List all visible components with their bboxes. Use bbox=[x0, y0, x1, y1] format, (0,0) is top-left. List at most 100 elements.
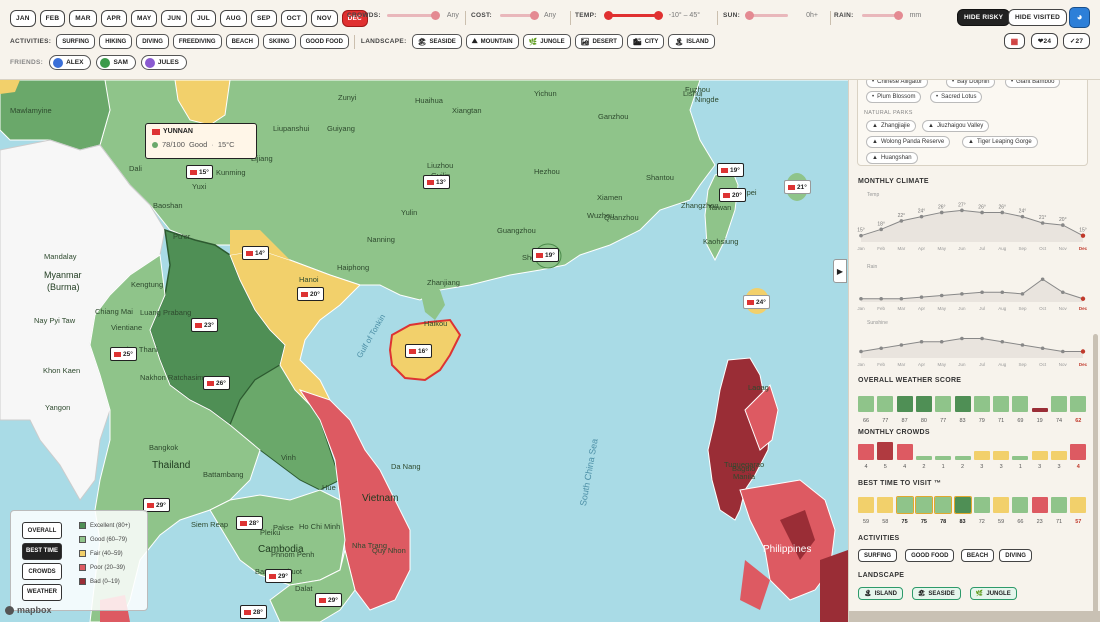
temp-marker[interactable]: 26° bbox=[203, 376, 230, 390]
cost-knob[interactable] bbox=[530, 11, 539, 20]
score-bar[interactable] bbox=[1051, 396, 1067, 412]
month-button-may[interactable]: MAY bbox=[130, 10, 158, 27]
park-chip[interactable]: ▲ Zhangjiajie bbox=[866, 120, 916, 132]
legend-best-time-button[interactable]: BEST TIME bbox=[22, 542, 62, 560]
score-bar[interactable] bbox=[1031, 408, 1048, 412]
score-bar[interactable] bbox=[1031, 497, 1048, 513]
score-bar[interactable] bbox=[935, 396, 952, 412]
activity-chip-freediving[interactable]: FREEDIVING bbox=[172, 34, 222, 49]
panel-activity-tag[interactable]: SURFING bbox=[858, 549, 897, 562]
wildlife-chip[interactable]: • Giant Bamboo bbox=[1005, 80, 1061, 88]
landscape-chip-city[interactable]: 🏙 CITY bbox=[626, 34, 665, 49]
score-bar[interactable] bbox=[935, 456, 952, 460]
score-bar[interactable] bbox=[877, 497, 894, 513]
panel-scrollbar[interactable] bbox=[1093, 334, 1098, 614]
sun-slider[interactable] bbox=[745, 11, 789, 20]
month-button-mar[interactable]: MAR bbox=[69, 10, 97, 27]
visited-button[interactable]: ✓ 27 bbox=[1063, 33, 1090, 49]
wildlife-chip[interactable]: • Chinese Alligator bbox=[866, 80, 929, 88]
temp-slider[interactable] bbox=[603, 11, 663, 20]
park-chip[interactable]: ▲ Tiger Leaping Gorge bbox=[962, 136, 1038, 148]
park-chip[interactable]: ▲ Jiuzhaigou Valley bbox=[922, 120, 990, 132]
wildlife-chip[interactable]: • Plum Blossom bbox=[866, 91, 922, 103]
activity-chip-beach[interactable]: BEACH bbox=[225, 34, 259, 49]
score-bar[interactable] bbox=[877, 442, 894, 460]
score-bar[interactable] bbox=[896, 444, 913, 460]
month-button-feb[interactable]: FEB bbox=[39, 10, 66, 27]
score-bar[interactable] bbox=[858, 396, 874, 412]
favorites-button[interactable]: ❤ 24 bbox=[1031, 33, 1058, 49]
rain-slider[interactable] bbox=[861, 11, 903, 20]
crowds-slider[interactable] bbox=[386, 11, 440, 20]
temp-marker[interactable]: 20° bbox=[719, 188, 746, 202]
activity-chip-skiing[interactable]: SKIING bbox=[262, 34, 296, 49]
crowds-knob[interactable] bbox=[430, 11, 440, 20]
panel-activity-tag[interactable]: BEACH bbox=[960, 549, 995, 562]
activity-chip-good-food[interactable]: GOOD FOOD bbox=[299, 34, 349, 49]
legend-overall-button[interactable]: OVERALL bbox=[22, 522, 62, 539]
panel-landscape-tag[interactable]: 🌿 JUNGLE bbox=[969, 587, 1017, 600]
temp-max-knob[interactable] bbox=[653, 11, 663, 20]
score-bar[interactable] bbox=[953, 496, 972, 514]
score-bar[interactable] bbox=[954, 456, 971, 460]
score-bar[interactable] bbox=[1051, 497, 1067, 513]
cost-slider[interactable] bbox=[500, 11, 539, 20]
landscape-chip-seaside[interactable]: 🏖 SEASIDE bbox=[411, 34, 462, 49]
profile-avatar[interactable]: ◕ bbox=[1069, 7, 1090, 28]
landscape-chip-mountain[interactable]: ⛰ MOUNTAIN bbox=[465, 34, 519, 49]
score-bar[interactable] bbox=[934, 496, 953, 514]
score-bar[interactable] bbox=[973, 451, 990, 460]
temp-marker[interactable]: 19° bbox=[532, 248, 559, 262]
score-bar[interactable] bbox=[1012, 456, 1029, 460]
month-button-oct[interactable]: OCT bbox=[280, 10, 307, 27]
score-bar[interactable] bbox=[895, 496, 914, 514]
score-bar[interactable] bbox=[993, 396, 1010, 412]
legend-weather-button[interactable]: WEATHER bbox=[22, 583, 62, 601]
temp-marker[interactable]: 13° bbox=[423, 175, 450, 189]
score-bar[interactable] bbox=[993, 451, 1010, 460]
score-bar[interactable] bbox=[973, 396, 990, 412]
detail-panel[interactable]: • Chinese Alligator • Bay Dolphin • Giant Bam… bbox=[848, 80, 1100, 622]
temp-marker[interactable]: 28° bbox=[236, 516, 263, 530]
calendar-button[interactable]: ▦ bbox=[1004, 33, 1025, 49]
temp-marker[interactable]: 29° bbox=[143, 498, 170, 512]
score-bar[interactable] bbox=[1012, 497, 1029, 513]
score-bar[interactable] bbox=[993, 497, 1010, 513]
hide-risky-button[interactable]: HIDE RISKY bbox=[957, 9, 1011, 26]
temp-marker[interactable]: 16° bbox=[405, 344, 432, 358]
score-bar[interactable] bbox=[973, 497, 990, 513]
temp-marker[interactable]: 20° bbox=[297, 287, 324, 301]
score-bar[interactable] bbox=[1070, 497, 1087, 513]
score-bar[interactable] bbox=[1012, 396, 1029, 412]
activity-chip-diving[interactable]: DIVING bbox=[136, 34, 169, 49]
score-bar[interactable] bbox=[915, 396, 932, 412]
temp-marker[interactable]: 28° bbox=[240, 605, 267, 619]
landscape-chip-island[interactable]: 🏝 ISLAND bbox=[668, 34, 715, 49]
wildlife-chip[interactable]: • Bay Dolphin bbox=[946, 80, 996, 88]
score-bar[interactable] bbox=[1070, 396, 1087, 412]
panel-landscape-tag[interactable]: 🏝 ISLAND bbox=[858, 587, 903, 600]
hide-visited-button[interactable]: HIDE VISITED bbox=[1008, 9, 1068, 26]
park-chip[interactable]: ▲ Huangshan bbox=[866, 152, 918, 164]
temp-marker[interactable]: 29° bbox=[265, 569, 292, 583]
landscape-chip-jungle[interactable]: 🌿 JUNGLE bbox=[522, 34, 571, 49]
panel-landscape-tag[interactable]: 🏖 SEASIDE bbox=[911, 587, 961, 600]
score-bar[interactable] bbox=[877, 396, 894, 412]
friend-chip-jules[interactable]: JULES bbox=[140, 55, 187, 70]
collapse-panel-button[interactable]: ▶ bbox=[833, 259, 847, 283]
month-button-jun[interactable]: JUN bbox=[161, 10, 188, 27]
score-bar[interactable] bbox=[1070, 444, 1087, 460]
month-button-jan[interactable]: JAN bbox=[10, 10, 36, 27]
activity-chip-surfing[interactable]: SURFING bbox=[56, 34, 96, 49]
score-bar[interactable] bbox=[915, 456, 932, 460]
month-button-apr[interactable]: APR bbox=[100, 10, 127, 27]
friend-chip-alex[interactable]: ALEX bbox=[49, 55, 92, 70]
temp-marker[interactable]: 19° bbox=[717, 163, 744, 177]
temp-marker[interactable]: 23° bbox=[191, 318, 218, 332]
month-button-jul[interactable]: JUL bbox=[191, 10, 216, 27]
temp-marker[interactable]: 14° bbox=[242, 246, 269, 260]
temp-marker[interactable]: 24° bbox=[743, 295, 770, 309]
score-bar[interactable] bbox=[954, 396, 971, 412]
map-view[interactable]: Zunyi Huaihua Xiangtan Yichun Ganzhou Lishui G… bbox=[0, 80, 848, 622]
score-bar[interactable] bbox=[858, 497, 874, 513]
